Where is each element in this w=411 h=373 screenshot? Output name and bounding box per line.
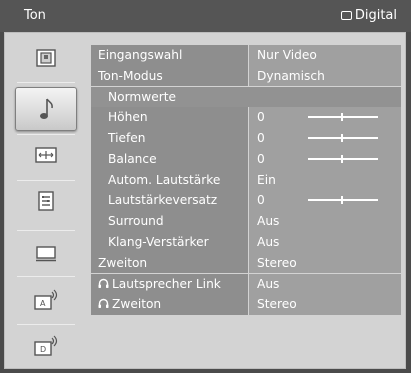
source-indicator: Digital [340,8,397,23]
setting-row-lautsprecher-link[interactable]: Lautsprecher Link Aus [91,273,401,295]
setting-row-zweiton[interactable]: Zweiton Stereo [91,252,401,274]
headphones-icon [98,299,109,309]
setting-row-ton-modus[interactable]: Ton-Modus Dynamisch [91,65,401,87]
setting-label: Normwerte [91,86,401,108]
setting-row-zweiton-kopfhoerer[interactable]: Zweiton Stereo [91,294,401,315]
setting-label: Lautsprecher Link [112,276,221,291]
setting-value: Nur Video [248,45,401,66]
sidebar-item-screen[interactable] [15,134,77,176]
sidebar-item-picture[interactable] [15,37,77,79]
setting-value: Stereo [248,252,401,274]
setting-row-surround[interactable]: Surround Aus [91,211,401,232]
lautstaerkeversatz-slider[interactable] [308,196,378,205]
setting-value: Aus [248,232,401,253]
tiefen-slider[interactable] [308,134,378,143]
setting-row-autom-lautstaerke[interactable]: Autom. Lautstärke Ein [91,169,401,191]
digital-tuning-icon: D [34,335,58,356]
setting-value: Stereo [248,294,401,315]
title-bar: Ton Digital [0,0,411,32]
setting-label: Klang-Verstärker [91,232,248,253]
setting-value-cell: 0 [248,148,401,170]
setting-value: Dynamisch [248,65,401,87]
tv-menu-frame: Ton Digital A D Eingangswahl Nur Video T… [0,0,411,373]
setting-label: Balance [91,148,248,170]
slider-thumb[interactable] [341,113,343,122]
setting-value-cell: 0 [248,128,401,149]
slider-thumb[interactable] [341,134,343,143]
setting-value-cell: 0 [248,190,401,212]
category-sidebar: A D [5,33,85,368]
setting-label: Zweiton [112,297,162,312]
headphones-icon [98,278,109,288]
setting-label: Eingangswahl [91,45,248,66]
setting-value: 0 [257,131,265,146]
sidebar-divider [17,230,75,231]
sidebar-item-pc[interactable] [15,233,77,275]
svg-text:A: A [40,299,46,308]
svg-text:D: D [40,345,46,354]
setting-row-balance[interactable]: Balance 0 [91,148,401,170]
setting-label: Zweiton [91,252,248,274]
setting-label-cell: Zweiton [91,294,248,315]
sidebar-item-digital[interactable]: D [15,325,77,367]
setting-value: 0 [257,110,265,125]
setting-row-lautstaerkeversatz[interactable]: Lautstärkeversatz 0 [91,190,401,212]
settings-list: Eingangswahl Nur Video Ton-Modus Dynamis… [91,45,401,315]
sidebar-item-settings[interactable] [15,180,77,222]
setting-label: Höhen [91,107,248,128]
source-label: Digital [354,8,397,23]
settings-list-icon [38,191,54,211]
sidebar-divider [17,276,75,277]
sidebar-item-analog[interactable]: A [15,279,77,321]
setting-label: Lautstärkeversatz [91,190,248,212]
setting-value: Aus [248,211,401,232]
setting-value: 0 [257,193,265,208]
music-note-icon [40,98,53,119]
slider-thumb[interactable] [341,196,343,205]
sidebar-divider [17,82,75,83]
pc-monitor-icon [36,246,56,262]
setting-row-klang-verstaerker[interactable]: Klang-Verstärker Aus [91,232,401,253]
setting-label: Surround [91,211,248,232]
screen-format-icon [35,147,57,163]
setting-row-eingangswahl[interactable]: Eingangswahl Nur Video [91,45,401,66]
balance-slider[interactable] [308,154,378,163]
setting-value-cell: 0 [248,107,401,128]
slider-thumb[interactable] [341,154,343,163]
setting-value: Ein [248,169,401,191]
setting-label-cell: Lautsprecher Link [91,273,248,295]
sidebar-item-sound[interactable] [15,87,77,131]
setting-row-tiefen[interactable]: Tiefen 0 [91,128,401,149]
setting-row-hoehen[interactable]: Höhen 0 [91,107,401,128]
hoehen-slider[interactable] [308,113,378,122]
tv-screen-icon [340,11,352,20]
setting-label: Ton-Modus [91,65,248,87]
setting-value: 0 [257,151,265,166]
setting-label: Autom. Lautstärke [91,169,248,191]
setting-value: Aus [248,273,401,295]
menu-title: Ton [24,8,46,23]
picture-icon [36,49,56,67]
menu-panel: A D Eingangswahl Nur Video Ton-Modus Dyn… [4,32,406,369]
analog-tuning-icon: A [34,289,58,310]
setting-row-normwerte[interactable]: Normwerte [91,86,401,108]
setting-label: Tiefen [91,128,248,149]
